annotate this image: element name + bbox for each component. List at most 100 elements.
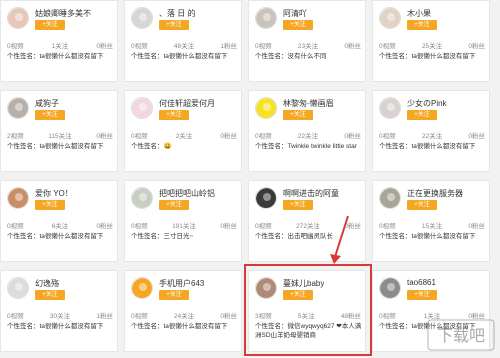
follow-button[interactable]: +关注 xyxy=(283,200,313,210)
follow-button[interactable]: +关注 xyxy=(407,110,437,120)
following-count: 25关注 xyxy=(421,43,443,50)
avatar[interactable] xyxy=(131,7,153,29)
user-card[interactable]: 林黎匆-懒画眉 +关注 0视频 22关注 0粉丝 个性签名：Twinkle tw… xyxy=(248,90,366,172)
username[interactable]: 姑娘卿睡多美不 xyxy=(35,8,91,19)
following-count: 6关注 xyxy=(51,223,69,230)
username[interactable]: 爱你 YO！ xyxy=(35,188,73,199)
fans-count: 1粉丝 xyxy=(220,43,237,50)
video-count: 0视频 xyxy=(131,43,148,50)
fans-count: 0粉丝 xyxy=(468,133,485,140)
stats-row: 0视频 22关注 0粉丝 xyxy=(379,130,485,140)
fans-count: 0粉丝 xyxy=(344,43,361,50)
user-card[interactable]: 少女のPink +关注 0视频 22关注 0粉丝 个性签名：ta很懒什么都没有留… xyxy=(372,90,490,172)
username[interactable]: 阿清吖 xyxy=(283,8,307,19)
username[interactable]: 啊啊进击的阿童 xyxy=(283,188,339,199)
video-count: 0视频 xyxy=(379,133,396,140)
follow-button[interactable]: +关注 xyxy=(407,200,437,210)
fans-count: 0粉丝 xyxy=(220,313,237,320)
following-count: 23关注 xyxy=(297,43,319,50)
avatar[interactable] xyxy=(131,187,153,209)
stats-row: 0视频 48关注 1粉丝 xyxy=(131,40,237,50)
following-count: 2关注 xyxy=(175,133,193,140)
username[interactable]: 何佳轩超爱何月 xyxy=(159,98,215,109)
username[interactable]: 、落 日 的 xyxy=(159,8,195,19)
video-count: 0视频 xyxy=(255,43,272,50)
avatar[interactable] xyxy=(7,97,29,119)
following-count: 30关注 xyxy=(49,313,71,320)
follow-button[interactable]: +关注 xyxy=(35,110,65,120)
fans-count: 0粉丝 xyxy=(344,133,361,140)
follow-button[interactable]: +关注 xyxy=(159,20,189,30)
follow-button[interactable]: +关注 xyxy=(407,20,437,30)
svg-text:下载吧: 下载吧 xyxy=(437,326,485,345)
follow-button[interactable]: +关注 xyxy=(283,110,313,120)
follow-button[interactable]: +关注 xyxy=(159,200,189,210)
bio-text: 个性签名：ta很懒什么都没有留下 xyxy=(379,53,476,60)
fans-count: 0粉丝 xyxy=(96,43,113,50)
bio-text: 个性签名：ta很懒什么都没有留下 xyxy=(379,143,476,150)
stats-row: 0视频 1关注 0粉丝 xyxy=(7,40,113,50)
user-card[interactable]: 正在更换服务器 +关注 0视频 15关注 0粉丝 个性签名：ta很懒什么都没有留… xyxy=(372,180,490,262)
video-count: 0视频 xyxy=(131,133,148,140)
bio-text: 个性签名：😀 xyxy=(131,143,172,150)
stats-row: 0视频 191关注 0粉丝 xyxy=(131,220,237,230)
user-card[interactable]: 咸狗子 +关注 2视频 115关注 0粉丝 个性签名：ta很懒什么都没有留下 xyxy=(0,90,118,172)
avatar[interactable] xyxy=(255,187,277,209)
follow-button[interactable]: +关注 xyxy=(159,110,189,120)
bio-text: 个性签名：ta很懒什么都没有留下 xyxy=(7,143,104,150)
user-card[interactable]: 把吧把吧山岭铝 +关注 0视频 191关注 0粉丝 个性签名：三寸日光~ xyxy=(124,180,242,262)
user-card[interactable]: 阿清吖 +关注 0视频 23关注 0粉丝 个性签名：没有什么不同 xyxy=(248,0,366,82)
username[interactable]: 把吧把吧山岭铝 xyxy=(159,188,215,199)
avatar[interactable] xyxy=(255,7,277,29)
avatar[interactable] xyxy=(131,97,153,119)
video-count: 0视频 xyxy=(255,133,272,140)
fans-count: 1粉丝 xyxy=(96,313,113,320)
user-card[interactable]: 爱你 YO！ +关注 0视频 6关注 0粉丝 个性签名：ta很懒什么都没有留下 xyxy=(0,180,118,262)
bio-text: 个性签名：ta很懒什么都没有留下 xyxy=(131,323,228,330)
user-card[interactable]: 何佳轩超爱何月 +关注 0视频 2关注 0粉丝 个性签名：😀 xyxy=(124,90,242,172)
username[interactable]: 木小果 xyxy=(407,8,431,19)
stats-row: 0视频 24关注 0粉丝 xyxy=(131,310,237,320)
avatar[interactable] xyxy=(7,187,29,209)
username[interactable]: 少女のPink xyxy=(407,98,447,109)
username[interactable]: 林黎匆-懒画眉 xyxy=(283,98,334,109)
avatar[interactable] xyxy=(379,97,401,119)
username[interactable]: 正在更换服务器 xyxy=(407,188,463,199)
username[interactable]: 手机用户643 xyxy=(159,278,204,289)
follow-button[interactable]: +关注 xyxy=(35,200,65,210)
avatar[interactable] xyxy=(379,7,401,29)
follow-button[interactable]: +关注 xyxy=(35,20,65,30)
stats-row: 0视频 6关注 0粉丝 xyxy=(7,220,113,230)
pointer-arrow-icon xyxy=(330,215,349,264)
user-card[interactable]: 幻逸殇 +关注 0视频 30关注 1粉丝 个性签名：ta很懒什么都没有留下 xyxy=(0,270,118,352)
video-count: 0视频 xyxy=(379,313,396,320)
following-count: 272关注 xyxy=(296,223,320,230)
username[interactable]: tao6861 xyxy=(407,278,436,287)
video-count: 0视频 xyxy=(7,313,24,320)
avatar[interactable] xyxy=(379,277,401,299)
avatar[interactable] xyxy=(7,277,29,299)
user-card[interactable]: 姑娘卿睡多美不 +关注 0视频 1关注 0粉丝 个性签名：ta很懒什么都没有留下 xyxy=(0,0,118,82)
stats-row: 0视频 25关注 0粉丝 xyxy=(379,40,485,50)
bio-text: 个性签名：ta很懒什么都没有留下 xyxy=(131,53,228,60)
user-card[interactable]: 、落 日 的 +关注 0视频 48关注 1粉丝 个性签名：ta很懒什么都没有留下 xyxy=(124,0,242,82)
follow-button[interactable]: +关注 xyxy=(159,290,189,300)
follow-button[interactable]: +关注 xyxy=(407,290,437,300)
stats-row: 0视频 2关注 0粉丝 xyxy=(131,130,237,140)
username[interactable]: 咸狗子 xyxy=(35,98,59,109)
bio-text: 个性签名：Twinkle twinkle little star xyxy=(255,143,357,150)
stats-row: 0视频 30关注 1粉丝 xyxy=(7,310,113,320)
follow-button[interactable]: +关注 xyxy=(35,290,65,300)
user-card[interactable]: 手机用户643 +关注 0视频 24关注 0粉丝 个性签名：ta很懒什么都没有留… xyxy=(124,270,242,352)
avatar[interactable] xyxy=(7,7,29,29)
fans-count: 0粉丝 xyxy=(468,43,485,50)
stats-row: 0视频 22关注 0粉丝 xyxy=(255,130,361,140)
video-count: 0视频 xyxy=(7,223,24,230)
user-card[interactable]: 木小果 +关注 0视频 25关注 0粉丝 个性签名：ta很懒什么都没有留下 xyxy=(372,0,490,82)
stats-row: 0视频 23关注 0粉丝 xyxy=(255,40,361,50)
follow-button[interactable]: +关注 xyxy=(283,20,313,30)
username[interactable]: 幻逸殇 xyxy=(35,278,59,289)
avatar[interactable] xyxy=(255,97,277,119)
avatar[interactable] xyxy=(379,187,401,209)
avatar[interactable] xyxy=(131,277,153,299)
